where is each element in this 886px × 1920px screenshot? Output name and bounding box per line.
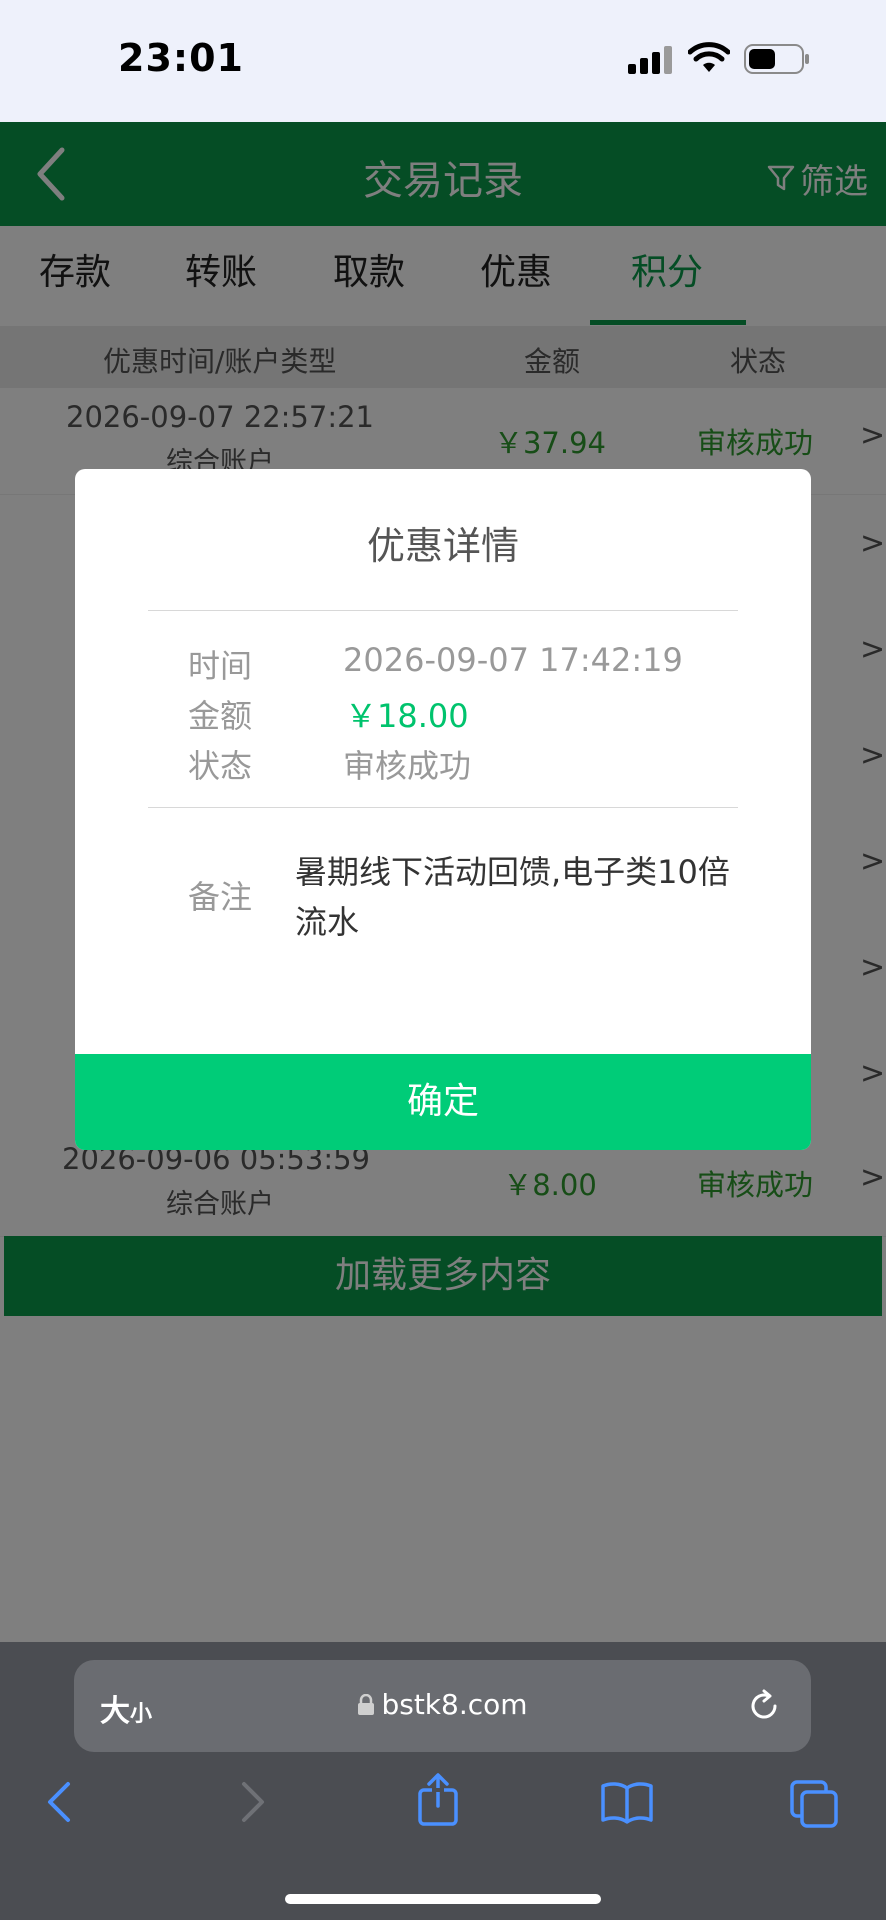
dialog-title: 优惠详情 (366, 524, 519, 568)
reload-icon[interactable] (744, 1686, 784, 1726)
bookmarks-icon[interactable] (600, 1780, 654, 1824)
url-display[interactable]: bstk8.com (74, 1688, 811, 1721)
browser-forward-icon[interactable] (238, 1780, 268, 1824)
confirm-button[interactable]: 确定 (75, 1054, 811, 1150)
cellular-signal-icon (628, 46, 672, 74)
note-value: 暑期线下活动回馈,电子类10倍流水 (295, 853, 730, 941)
time-label: 时间 (188, 647, 253, 685)
battery-icon (744, 44, 809, 74)
address-bar[interactable]: 大小 bstk8.com (74, 1660, 811, 1752)
browser-back-icon[interactable] (44, 1780, 74, 1824)
home-indicator (285, 1894, 601, 1904)
divider (148, 807, 738, 808)
lock-icon (358, 1693, 375, 1715)
note-label: 备注 (188, 878, 253, 916)
time-value: 2026-09-07 17:42:19 (343, 641, 683, 679)
tabs-icon[interactable] (790, 1780, 840, 1828)
url-text: bstk8.com (381, 1688, 528, 1721)
browser-toolbar: 大小 bstk8.com (0, 1642, 886, 1920)
amount-label: 金额 (188, 697, 253, 735)
divider (148, 610, 738, 611)
status-time: 23:01 (118, 36, 244, 80)
amount-value: ￥18.00 (345, 697, 469, 735)
share-icon[interactable] (416, 1772, 460, 1828)
status-value: 审核成功 (343, 747, 472, 785)
status-bar: 23:01 (0, 0, 886, 122)
promotion-detail-dialog: 优惠详情 时间 2026-09-07 17:42:19 金额 ￥18.00 状态… (75, 469, 811, 1150)
wifi-icon (688, 42, 730, 72)
status-label: 状态 (188, 747, 253, 785)
